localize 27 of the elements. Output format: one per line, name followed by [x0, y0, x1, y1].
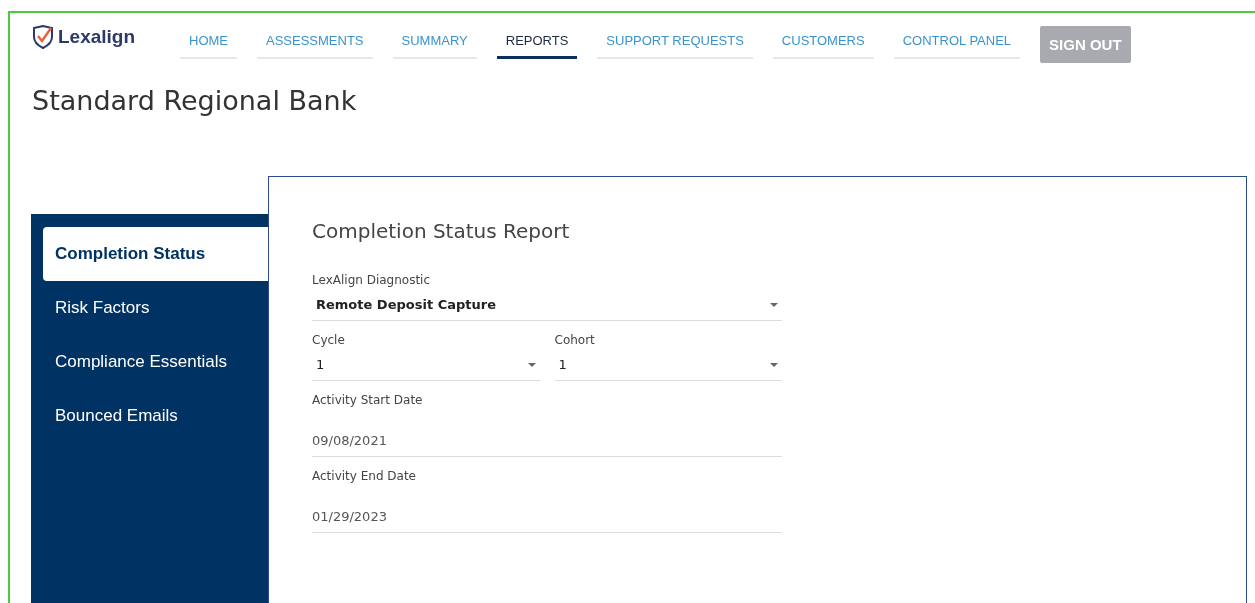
nav-tab[interactable]: SUMMARY	[392, 27, 477, 59]
field-label: LexAlign Diagnostic	[312, 273, 432, 287]
nav-tab[interactable]: REPORTS	[496, 27, 578, 59]
field-label: Activity End Date	[312, 469, 417, 483]
shield-check-icon	[32, 25, 54, 49]
nav-tab[interactable]: HOME	[180, 27, 237, 59]
select-field[interactable]: 1	[312, 357, 540, 381]
sidebar-item[interactable]: Bounced Emails	[43, 389, 268, 443]
field-label: Cohort	[554, 333, 596, 347]
page-title: Standard Regional Bank	[32, 85, 358, 116]
caret-icon	[770, 302, 778, 307]
select-field[interactable]: Remote Deposit Capture	[312, 297, 782, 321]
sidebar-item[interactable]: Compliance Essentials	[43, 335, 268, 389]
date-field[interactable]: 09/08/2021	[312, 417, 782, 457]
report-title: Completion Status Report	[312, 219, 571, 243]
caret-icon	[770, 362, 778, 367]
caret-icon	[527, 362, 536, 367]
sidebar-item[interactable]: Completion Status	[43, 227, 268, 281]
nav-tab[interactable]: ASSESSMENTS	[257, 27, 373, 59]
brand-logo[interactable]: Lexalign	[32, 25, 180, 49]
sidebar-item[interactable]: Risk Factors	[43, 281, 268, 335]
select-field[interactable]: 1	[554, 357, 782, 381]
field-label: Cycle	[312, 333, 346, 347]
field-label: Activity Start Date	[312, 393, 424, 407]
date-field[interactable]: 01/29/2023	[312, 493, 782, 533]
nav-tab[interactable]: CUSTOMERS	[772, 27, 874, 59]
brand-name: Lexalign	[58, 26, 136, 48]
